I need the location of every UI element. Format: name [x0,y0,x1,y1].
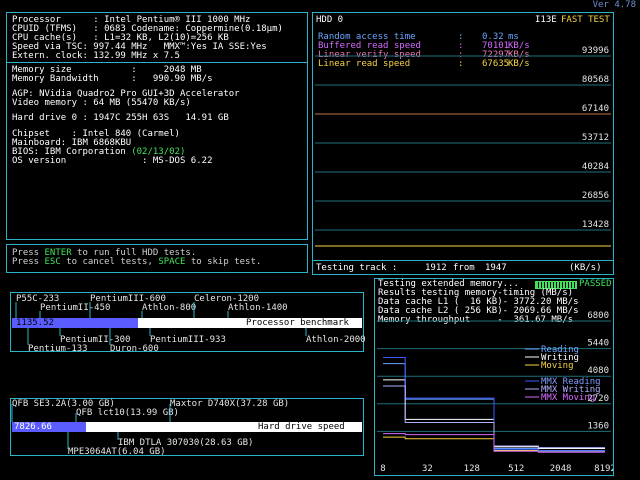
benchmark-connectors [11,302,307,449]
